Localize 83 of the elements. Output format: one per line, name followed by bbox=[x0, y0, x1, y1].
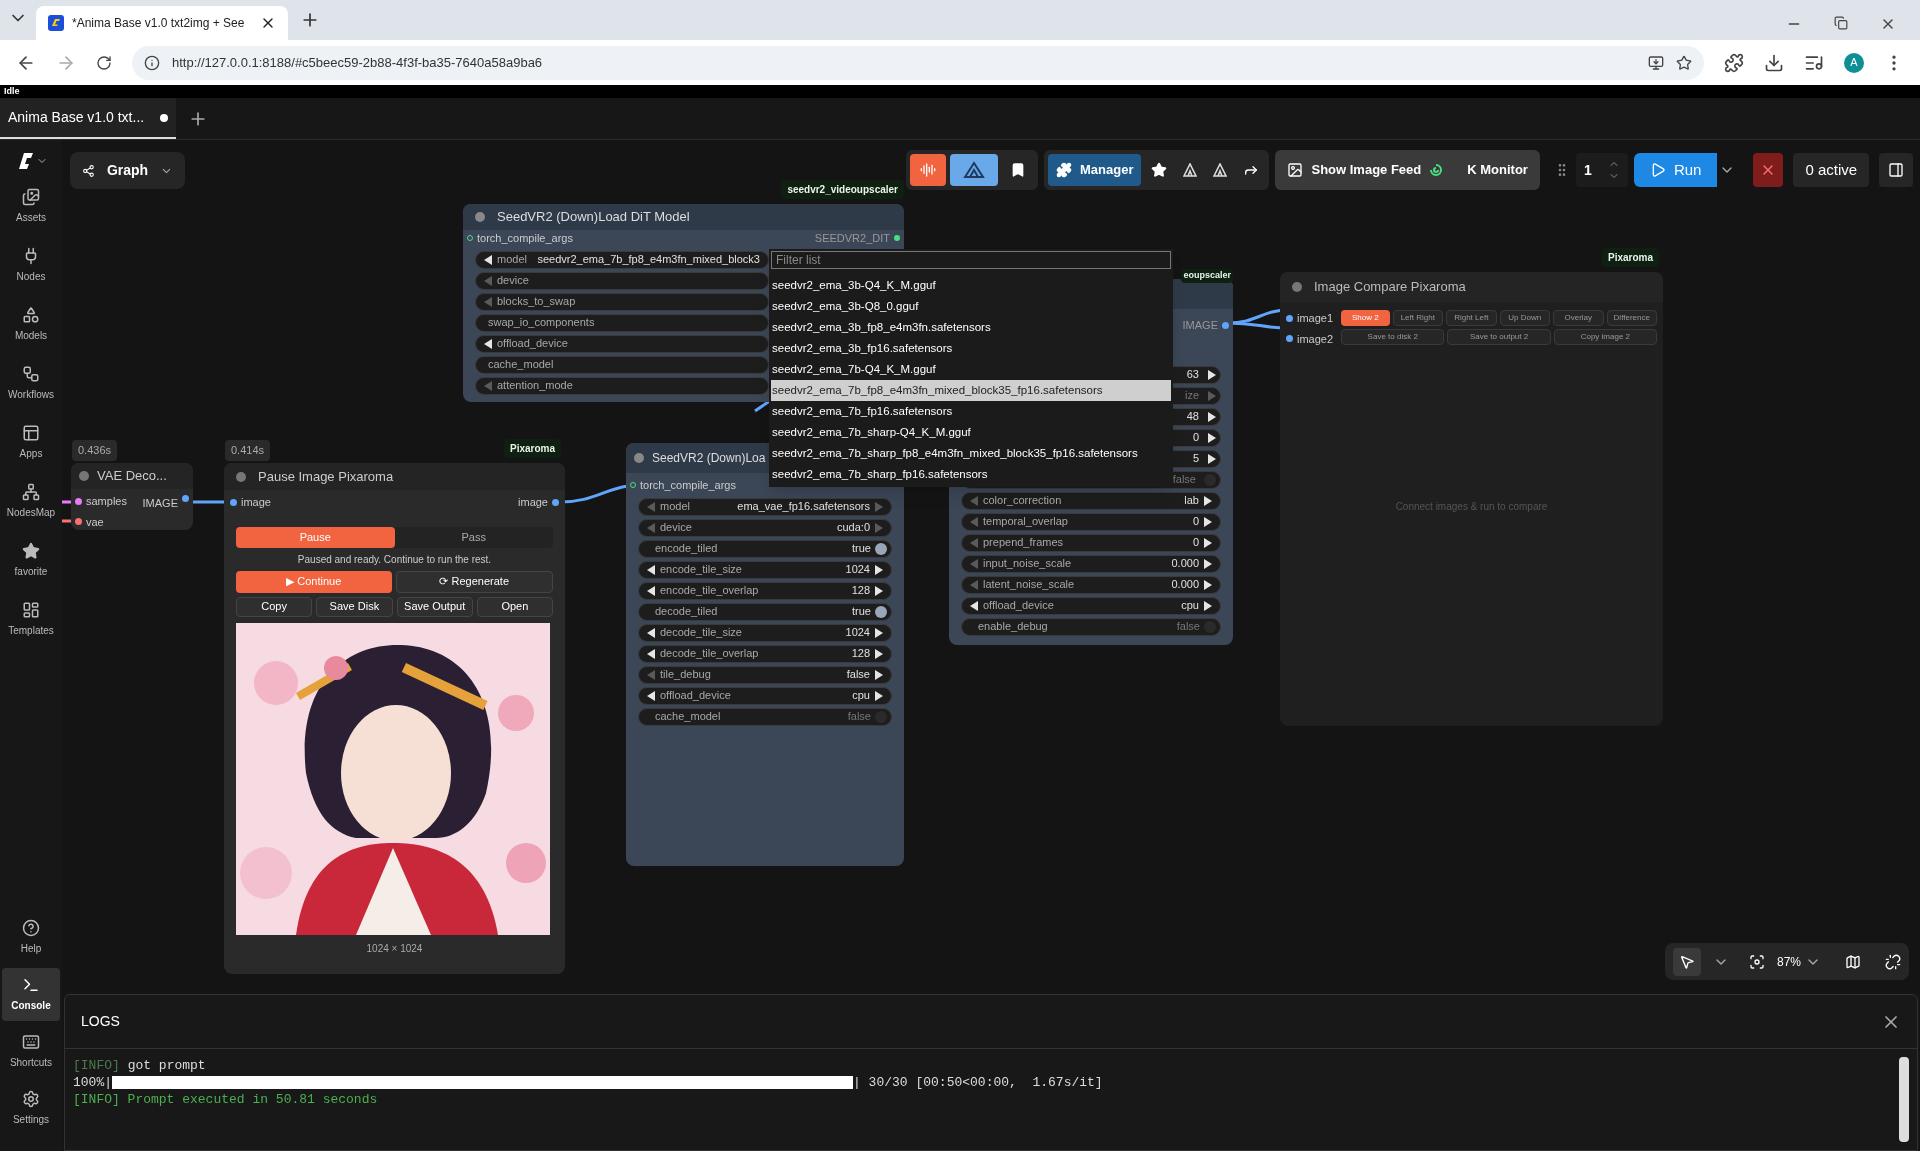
output-label: SEEDVR2_DIT bbox=[814, 231, 890, 246]
widget-value: 0 bbox=[1192, 535, 1199, 551]
node-title: SeedVR2 (Down)Loa bbox=[652, 450, 766, 467]
output-label: IMAGE bbox=[142, 496, 178, 511]
node-source-badge: seedvr2_videoupscaler bbox=[781, 180, 904, 199]
widget-value: 0 bbox=[1192, 430, 1199, 446]
widget-label: offload_device bbox=[983, 598, 1054, 614]
widget-label: color_correction bbox=[983, 493, 1062, 509]
widget-value: true bbox=[852, 541, 871, 557]
widget-value: 1024 bbox=[845, 562, 870, 578]
widget-value: true bbox=[852, 604, 871, 620]
input-label: vae bbox=[86, 514, 104, 530]
widget-label: cache_model bbox=[488, 357, 554, 373]
output-label: IMAGE bbox=[1182, 318, 1218, 333]
widget-label: model bbox=[497, 252, 527, 268]
widget-value: false bbox=[847, 709, 871, 725]
widget-value: 128 bbox=[851, 583, 870, 599]
widget-label: decode_tiled bbox=[655, 604, 718, 620]
status-message: Paused and ready. Continue to run the rest. bbox=[296, 552, 493, 567]
panel-title: LOGS bbox=[81, 1012, 120, 1031]
log-line: [INFO] got prompt bbox=[73, 1057, 207, 1074]
widget-label: encode_tile_size bbox=[660, 562, 742, 578]
tab-label: Anima Base v1.0 txt... bbox=[8, 108, 145, 127]
widget-value: ema_vae_fp16.safetensors bbox=[737, 499, 870, 515]
widget-value: 5 bbox=[1192, 451, 1199, 467]
input-label: torch_compile_args bbox=[477, 231, 573, 246]
url-text: http://127.0.0.1:8188/#c5beec59-2b88-4f3f-ba35-7640a58a9ba6 bbox=[172, 53, 544, 72]
progress-percent: 100%| bbox=[73, 1074, 112, 1091]
input-label: image bbox=[241, 495, 271, 510]
widget-value: false bbox=[1176, 619, 1200, 635]
node-title: SeedVR2 (Down)Load DiT Model bbox=[497, 208, 690, 227]
progress-stats: | 30/30 [00:50<00:00, 1.67s/it] bbox=[853, 1074, 1103, 1091]
image-size-caption: 1024 × 1024 bbox=[365, 941, 424, 956]
widget-value: 63 bbox=[1186, 367, 1199, 383]
widget-label: device bbox=[497, 273, 529, 289]
widget-label: tile_debug bbox=[660, 667, 711, 683]
status-text: Idle bbox=[4, 84, 20, 98]
widget-label: offload_device bbox=[660, 688, 731, 704]
widget-label: latent_noise_scale bbox=[983, 577, 1075, 593]
widget-value: ize bbox=[1184, 388, 1199, 404]
input-label: image1 bbox=[1297, 311, 1334, 326]
widget-label: prepend_frames bbox=[983, 535, 1064, 551]
widget-value: cpu bbox=[852, 688, 870, 704]
widget-value: seedvr2_ema_7b_fp8_e4m3fn_mixed_block3 bbox=[537, 252, 760, 268]
input-label: image2 bbox=[1297, 331, 1334, 347]
node-source-badge: eoupscaler bbox=[1181, 269, 1233, 283]
input-label: torch_compile_args bbox=[640, 478, 736, 493]
widget-label: encode_tile_overlap bbox=[660, 583, 759, 599]
output-label: image bbox=[518, 495, 548, 510]
widget-label: decode_tile_size bbox=[660, 625, 742, 641]
widget-label: cache_model bbox=[655, 709, 721, 725]
widget-label: encode_tiled bbox=[655, 541, 718, 557]
widget-value: 48 bbox=[1186, 409, 1199, 425]
widget-value: lab bbox=[1184, 493, 1199, 509]
widget-value: 0 bbox=[1192, 514, 1199, 530]
widget-value: false bbox=[1172, 472, 1196, 488]
widget-label: input_noise_scale bbox=[983, 556, 1072, 572]
widget-label: swap_io_components bbox=[488, 315, 595, 331]
input-label: samples bbox=[86, 494, 127, 509]
time-badge: 0.414s bbox=[225, 440, 271, 461]
widget-value: false bbox=[846, 667, 870, 683]
widget-label: attention_mode bbox=[497, 378, 573, 394]
time-badge: 0.436s bbox=[72, 440, 118, 461]
widget-label: temporal_overlap bbox=[983, 514, 1068, 530]
node-title: Image Compare Pixaroma bbox=[1314, 278, 1466, 297]
node-title: Pause Image Pixaroma bbox=[258, 467, 394, 486]
widget-label: blocks_to_swap bbox=[497, 294, 576, 310]
widget-value: 128 bbox=[851, 646, 870, 662]
widget-label: enable_debug bbox=[978, 619, 1048, 635]
node-source-badge: Pixaroma bbox=[503, 439, 561, 458]
node-title: VAE Deco... bbox=[97, 467, 167, 486]
tab-title: *Anima Base v1.0 txt2img + See bbox=[72, 15, 246, 32]
widget-label: offload_device bbox=[497, 336, 568, 352]
widget-value: 0.000 bbox=[1171, 556, 1199, 572]
widget-label: device bbox=[660, 520, 692, 536]
widget-value: cpu bbox=[1181, 598, 1199, 614]
widget-value: 1024 bbox=[845, 625, 870, 641]
log-line: [INFO] Prompt executed in 50.81 seconds bbox=[73, 1091, 379, 1108]
widget-label: model bbox=[660, 499, 690, 515]
widget-value: 0.000 bbox=[1171, 577, 1199, 593]
widget-label: decode_tile_overlap bbox=[660, 646, 759, 662]
widget-value: cuda:0 bbox=[836, 520, 870, 536]
node-source-badge: Pixaroma bbox=[1601, 248, 1659, 267]
